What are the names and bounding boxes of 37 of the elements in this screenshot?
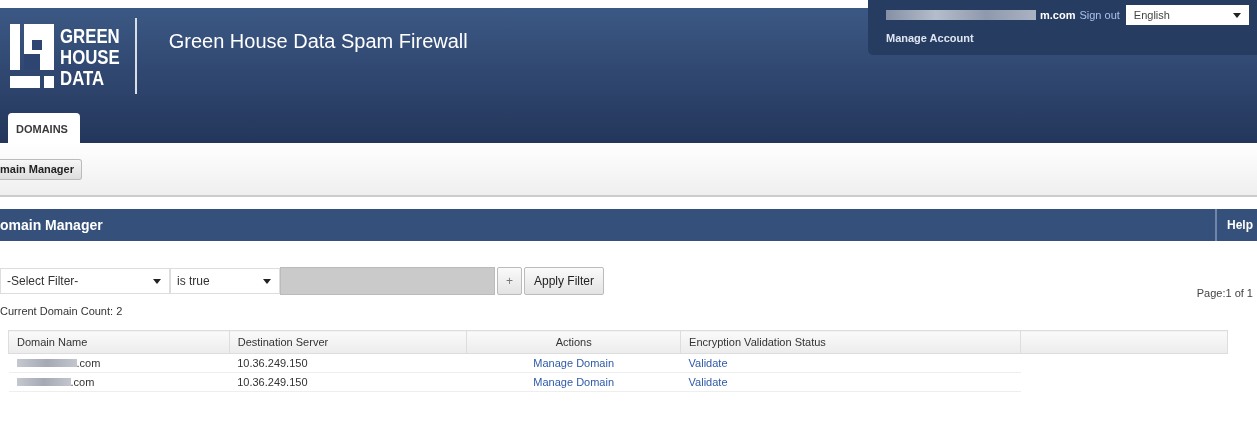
logo-text: HOUSE bbox=[60, 45, 120, 67]
add-button[interactable]: + bbox=[497, 267, 522, 295]
column-header: Actions bbox=[466, 330, 681, 354]
caret-icon bbox=[153, 279, 161, 284]
language-select[interactable]: English bbox=[1125, 5, 1249, 25]
column-header: Destination Server bbox=[229, 330, 467, 354]
manage-domain-link[interactable]: Manage Domain bbox=[533, 357, 615, 369]
redaction-mark bbox=[16, 359, 77, 367]
sign-out-link[interactable]: Sign out bbox=[1079, 9, 1120, 21]
table-cell: .com bbox=[70, 376, 95, 388]
column-header: Domain Name bbox=[8, 330, 230, 354]
caret-icon bbox=[263, 279, 271, 284]
subnav-button[interactable]: main Manager bbox=[0, 158, 82, 180]
logo-icon bbox=[10, 24, 54, 88]
validate-link[interactable]: Validate bbox=[688, 357, 728, 369]
table-cell: .com bbox=[76, 357, 101, 369]
section-title: omain Manager bbox=[0, 217, 103, 233]
redaction-mark bbox=[16, 378, 71, 386]
operator-select[interactable]: is true bbox=[170, 268, 280, 294]
logo-text: DATA bbox=[60, 66, 106, 88]
manage-domain-link[interactable]: Manage Domain bbox=[533, 376, 615, 388]
filter-input[interactable] bbox=[280, 267, 495, 295]
manage-account-link[interactable]: Manage Account bbox=[886, 32, 1257, 44]
table-cell: 10.36.249.150 bbox=[237, 376, 308, 388]
filter-select[interactable]: -Select Filter- bbox=[0, 268, 170, 294]
help-link[interactable]: Help bbox=[1215, 209, 1257, 241]
app-title: Green House Data Spam Firewall bbox=[168, 30, 468, 53]
caret-icon bbox=[1232, 13, 1241, 18]
column-header: Encryption Validation Status bbox=[680, 330, 1021, 354]
validate-link[interactable]: Validate bbox=[688, 376, 728, 388]
logo-text: GREEN bbox=[60, 24, 120, 46]
apply-filter-button[interactable]: Apply Filter bbox=[524, 267, 605, 295]
account-email: m.com bbox=[1040, 9, 1076, 21]
page-indicator: Page:1 of 1 bbox=[1196, 287, 1253, 299]
domain-count: Current Domain Count: 2 bbox=[0, 305, 124, 317]
table-cell: 10.36.249.150 bbox=[237, 357, 308, 369]
tab[interactable]: DOMAINS bbox=[8, 113, 80, 143]
